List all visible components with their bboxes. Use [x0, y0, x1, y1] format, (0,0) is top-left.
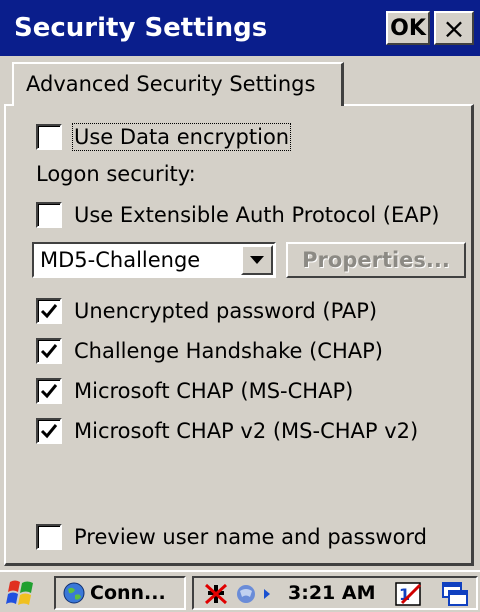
ms-chap-v2-checkbox[interactable]	[36, 418, 62, 444]
network-globe-icon	[63, 582, 85, 604]
check-icon	[40, 384, 58, 399]
data-encryption-checkbox[interactable]	[36, 124, 62, 150]
eap-label: Use Extensible Auth Protocol (EAP)	[74, 203, 440, 227]
preview-option[interactable]: Preview user name and password	[36, 522, 427, 552]
ms-chap-v2-option[interactable]: Microsoft CHAP v2 (MS-CHAP v2)	[36, 416, 418, 446]
chap-checkbox[interactable]	[36, 338, 62, 364]
pap-checkbox[interactable]	[36, 298, 62, 324]
chap-option[interactable]: Challenge Handshake (CHAP)	[36, 336, 383, 366]
check-icon	[40, 424, 58, 439]
connection-arrow-icon[interactable]	[234, 581, 282, 607]
task-button-label: Conn...	[90, 582, 166, 604]
tab-advanced-security[interactable]: Advanced Security Settings	[12, 62, 344, 106]
network-disconnected-icon[interactable]	[202, 581, 230, 607]
data-encryption-label: Use Data encryption	[71, 123, 292, 151]
preview-checkbox[interactable]	[36, 524, 62, 550]
pap-option[interactable]: Unencrypted password (PAP)	[36, 296, 377, 326]
eap-checkbox[interactable]	[36, 202, 62, 228]
ms-chap-v2-label: Microsoft CHAP v2 (MS-CHAP v2)	[74, 419, 419, 443]
eap-option[interactable]: Use Extensible Auth Protocol (EAP)	[36, 200, 439, 230]
desktop-switch-icon[interactable]	[440, 581, 470, 607]
chevron-down-icon[interactable]	[241, 245, 273, 275]
clock[interactable]: 3:21 AM	[288, 582, 376, 604]
system-tray: 3:21 AM 1	[192, 576, 478, 610]
tab-label: Advanced Security Settings	[26, 72, 316, 96]
pap-label: Unencrypted password (PAP)	[74, 299, 378, 323]
properties-button[interactable]: Properties...	[286, 242, 466, 278]
eap-type-select[interactable]: MD5-Challenge	[32, 242, 276, 278]
check-icon	[40, 304, 58, 319]
check-icon	[40, 344, 58, 359]
taskbar: Conn... 3:21 AM 1	[0, 570, 480, 612]
preview-label: Preview user name and password	[74, 525, 428, 549]
chap-label: Challenge Handshake (CHAP)	[74, 339, 383, 363]
title-bar: Security Settings OK ×	[0, 0, 480, 56]
task-button-connection[interactable]: Conn...	[54, 576, 186, 610]
ms-chap-label: Microsoft CHAP (MS-CHAP)	[74, 379, 354, 403]
window-title: Security Settings	[14, 13, 268, 43]
input-panel-icon[interactable]: 1	[394, 581, 424, 607]
ms-chap-checkbox[interactable]	[36, 378, 62, 404]
ms-chap-option[interactable]: Microsoft CHAP (MS-CHAP)	[36, 376, 353, 406]
logon-security-label: Logon security:	[36, 162, 196, 186]
data-encryption-option[interactable]: Use Data encryption	[36, 122, 292, 152]
eap-type-value: MD5-Challenge	[40, 248, 201, 272]
close-button[interactable]: ×	[434, 11, 474, 45]
start-flag-icon[interactable]	[6, 578, 38, 608]
ok-button[interactable]: OK	[386, 11, 430, 45]
